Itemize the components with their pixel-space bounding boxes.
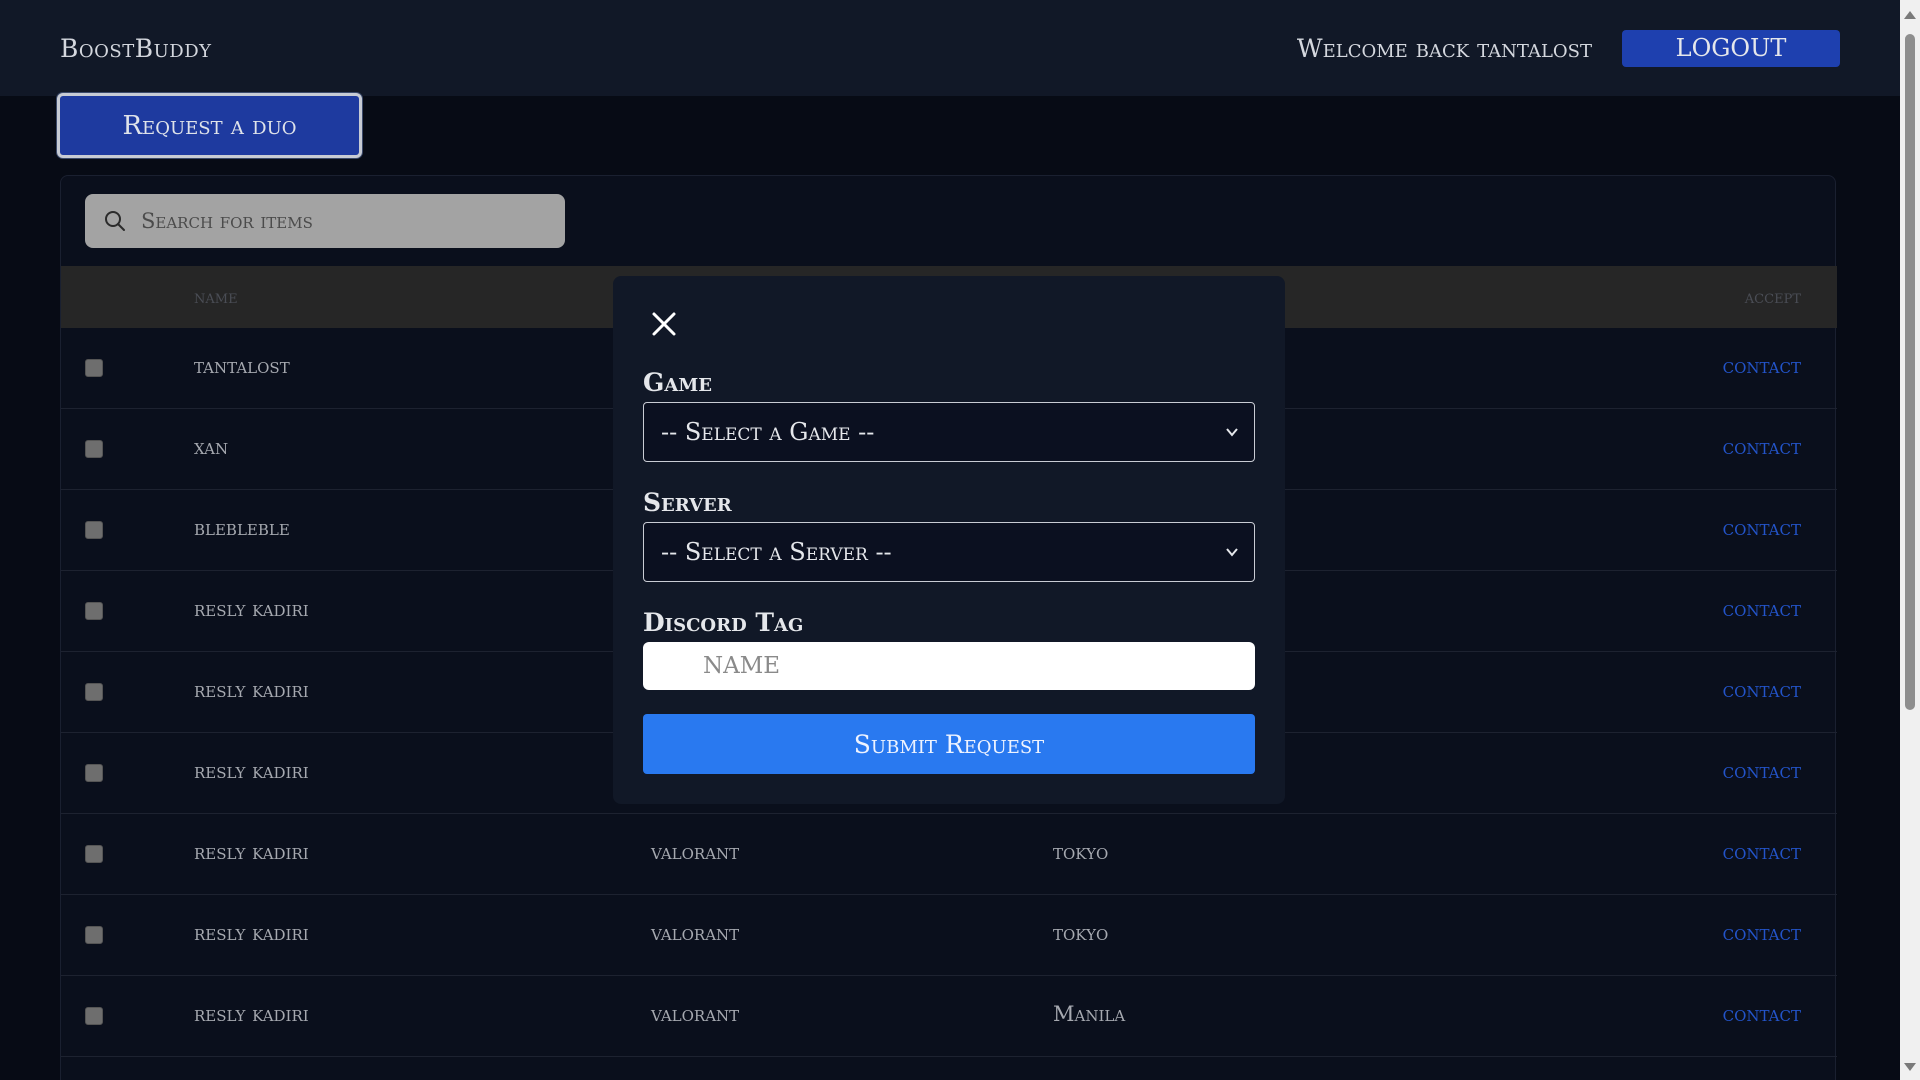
row-name: resly kadiri [194, 840, 309, 864]
table-row: resly kadiri valorant tokyo contact [61, 814, 1837, 895]
contact-link[interactable]: contact [1723, 840, 1801, 864]
nav-right-group: Welcome back tantalost LOGOUT [1296, 29, 1840, 67]
row-name: resly kadiri [194, 1002, 309, 1026]
table-row: resly kadiri valorant Manila contact [61, 976, 1837, 1057]
row-game: valorant [651, 840, 740, 864]
row-checkbox[interactable] [85, 845, 103, 863]
row-checkbox[interactable] [85, 1007, 103, 1025]
table-row: resly kadiri valorant tokyo contact [61, 895, 1837, 976]
column-header-accept: accept [1744, 286, 1801, 308]
row-name: tantalost [194, 354, 290, 378]
row-checkbox[interactable] [85, 683, 103, 701]
search-bar[interactable] [85, 194, 565, 248]
request-duo-button[interactable]: Request a duo [57, 93, 362, 158]
contact-link[interactable]: contact [1723, 597, 1801, 621]
row-server: tokyo [1053, 840, 1109, 864]
row-checkbox[interactable] [85, 359, 103, 377]
search-input[interactable] [141, 209, 541, 233]
page-scrollbar[interactable] [1900, 0, 1920, 1080]
row-checkbox[interactable] [85, 926, 103, 944]
row-name: resly kadiri [194, 678, 309, 702]
request-duo-modal: Game -- Select a Game -- Server -- Selec… [613, 276, 1285, 804]
welcome-message: Welcome back tantalost [1296, 33, 1592, 63]
row-checkbox[interactable] [85, 521, 103, 539]
scroll-down-arrow-icon[interactable] [1904, 1063, 1916, 1071]
contact-link[interactable]: contact [1723, 354, 1801, 378]
row-server: tokyo [1053, 921, 1109, 945]
chevron-down-icon [1226, 548, 1238, 557]
row-name: xan [194, 435, 229, 459]
row-checkbox[interactable] [85, 764, 103, 782]
contact-link[interactable]: contact [1723, 435, 1801, 459]
logout-button[interactable]: LOGOUT [1622, 29, 1840, 67]
discord-tag-label: Discord Tag [643, 608, 804, 637]
contact-link[interactable]: contact [1723, 516, 1801, 540]
row-game: valorant [651, 921, 740, 945]
discord-tag-input[interactable] [643, 642, 1255, 690]
server-label: Server [643, 488, 732, 517]
server-select[interactable]: -- Select a Server -- [643, 522, 1255, 582]
scroll-thumb[interactable] [1905, 34, 1915, 710]
row-name: blebleble [194, 516, 290, 540]
row-server: Manila [1053, 1002, 1126, 1026]
column-header-name: name [194, 286, 238, 308]
server-select-value: -- Select a Server -- [661, 538, 892, 566]
row-game: valorant [651, 1002, 740, 1026]
game-select[interactable]: -- Select a Game -- [643, 402, 1255, 462]
contact-link[interactable]: contact [1723, 1002, 1801, 1026]
game-select-value: -- Select a Game -- [661, 418, 875, 446]
close-icon[interactable] [649, 309, 679, 339]
contact-link[interactable]: contact [1723, 759, 1801, 783]
row-name: resly kadiri [194, 921, 309, 945]
contact-link[interactable]: contact [1723, 678, 1801, 702]
submit-request-button[interactable]: Submit Request [643, 714, 1255, 774]
row-checkbox[interactable] [85, 602, 103, 620]
row-name: resly kadiri [194, 597, 309, 621]
scroll-up-arrow-icon[interactable] [1904, 11, 1916, 19]
chevron-down-icon [1226, 428, 1238, 437]
row-checkbox[interactable] [85, 440, 103, 458]
game-label: Game [643, 368, 712, 397]
brand-logo[interactable]: BoostBuddy [60, 34, 212, 63]
top-navbar: BoostBuddy Welcome back tantalost LOGOUT [0, 0, 1900, 96]
row-name: resly kadiri [194, 759, 309, 783]
contact-link[interactable]: contact [1723, 921, 1801, 945]
search-icon [105, 211, 125, 231]
